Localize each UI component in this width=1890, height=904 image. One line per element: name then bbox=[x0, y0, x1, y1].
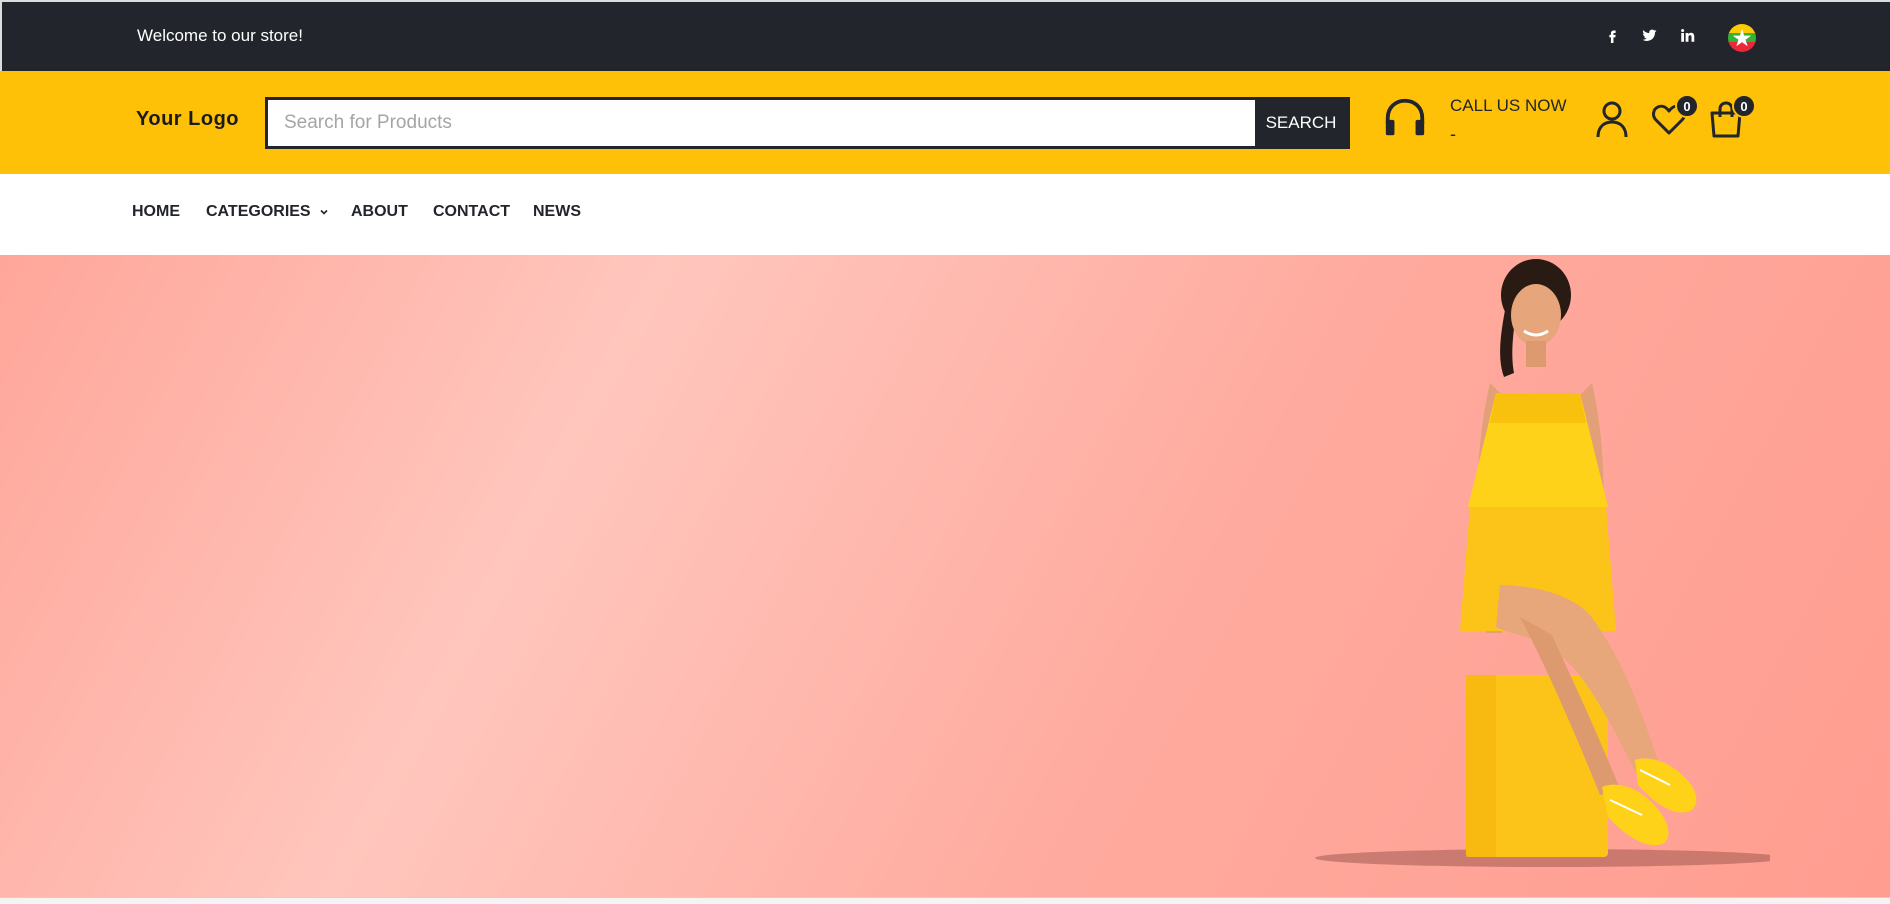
search-button[interactable]: SEARCH bbox=[1255, 100, 1347, 146]
main-navigation: HOME CATEGORIES ABOUT CONTACT NEWS bbox=[0, 174, 1890, 255]
hero-banner[interactable] bbox=[0, 255, 1890, 897]
linkedin-icon[interactable] bbox=[1676, 24, 1698, 46]
chevron-down-icon bbox=[320, 209, 328, 215]
top-bar: Welcome to our store! bbox=[0, 0, 1890, 71]
nav-item-about[interactable]: ABOUT bbox=[351, 203, 408, 221]
page-divider bbox=[0, 897, 1890, 904]
call-us-label: CALL US NOW bbox=[1450, 96, 1567, 115]
myanmar-flag-icon[interactable] bbox=[1728, 24, 1756, 52]
wishlist-count-badge: 0 bbox=[1675, 94, 1699, 118]
call-us-number[interactable]: - bbox=[1450, 124, 1456, 145]
nav-item-contact[interactable]: CONTACT bbox=[433, 203, 510, 221]
account-icon[interactable] bbox=[1594, 99, 1630, 139]
nav-item-categories-label: CATEGORIES bbox=[206, 203, 311, 220]
cart-icon[interactable]: 0 bbox=[1708, 94, 1756, 139]
nav-item-categories[interactable]: CATEGORIES bbox=[206, 203, 329, 221]
search-bar: SEARCH bbox=[265, 97, 1350, 149]
nav-item-news[interactable]: NEWS bbox=[533, 203, 581, 221]
twitter-icon[interactable] bbox=[1638, 24, 1660, 46]
welcome-text: Welcome to our store! bbox=[137, 26, 303, 45]
cart-count-badge: 0 bbox=[1732, 94, 1756, 118]
headset-icon bbox=[1385, 98, 1425, 136]
site-logo[interactable]: Your Logo bbox=[136, 108, 239, 131]
search-input[interactable] bbox=[268, 100, 1255, 146]
hero-model-image bbox=[1315, 259, 1770, 867]
main-header: Your Logo SEARCH CALL US NOW - 0 0 bbox=[0, 71, 1890, 174]
nav-item-home[interactable]: HOME bbox=[132, 203, 180, 221]
wishlist-icon[interactable]: 0 bbox=[1651, 94, 1699, 139]
facebook-icon[interactable] bbox=[1601, 24, 1623, 46]
